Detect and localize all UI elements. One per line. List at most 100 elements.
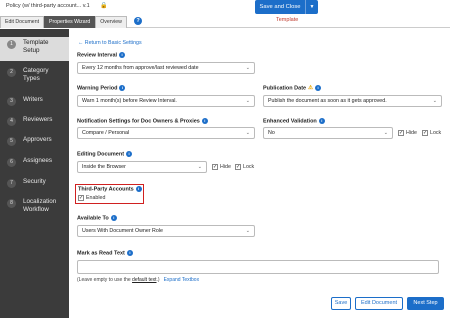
sidebar-item-writers[interactable]: 3 Writers xyxy=(0,96,69,106)
checkbox-checked-icon: ✓ xyxy=(398,130,404,136)
sidebar-item-assignees[interactable]: 6 Assignees xyxy=(0,157,69,167)
sidebar-item-label: Security xyxy=(23,178,46,185)
checkbox-checked-icon: ✓ xyxy=(78,195,84,201)
hint-text: (Leave empty to use the xyxy=(77,277,133,283)
editing-document-label: Editing Document i xyxy=(77,151,133,158)
checkbox-checked-icon: ✓ xyxy=(235,164,241,170)
chevron-down-icon: ⌄ xyxy=(245,228,250,234)
editing-document-label-text: Editing Document xyxy=(77,151,125,158)
editing-document-hide-checkbox[interactable]: ✓ Hide xyxy=(212,164,231,170)
expand-textbox-link[interactable]: Expand Textbox xyxy=(164,277,200,283)
enhanced-validation-hide-checkbox[interactable]: ✓ Hide xyxy=(398,130,417,136)
arrow-left-icon: ← xyxy=(78,40,84,46)
warning-period-label-text: Warning Period xyxy=(77,85,118,92)
sidebar-item-label: Approvers xyxy=(23,136,52,143)
save-button[interactable]: Save xyxy=(331,297,351,310)
info-icon[interactable]: i xyxy=(126,151,133,157)
hide-label: Hide xyxy=(220,164,231,170)
sidebar-item-label: Localization Workflow xyxy=(23,198,57,213)
info-icon[interactable]: i xyxy=(110,215,117,221)
chevron-down-icon: ⌄ xyxy=(197,164,202,170)
notification-settings-label: Notification Settings for Doc Owners & P… xyxy=(77,118,208,124)
default-text-link[interactable]: default text xyxy=(132,277,156,283)
save-and-close-label: Save and Close xyxy=(259,4,301,10)
editing-document-lock-checkbox[interactable]: ✓ Lock xyxy=(235,164,254,170)
checkbox-checked-icon: ✓ xyxy=(212,164,218,170)
chevron-down-icon: ⌄ xyxy=(245,98,250,104)
available-to-label-text: Available To xyxy=(77,215,109,222)
warning-period-select[interactable]: Warn 1 month(s) before Review Interval. … xyxy=(77,95,255,107)
third-party-enabled-checkbox[interactable]: ✓ Enabled xyxy=(78,195,105,201)
template-label: Template xyxy=(276,17,299,23)
chevron-down-icon: ⌄ xyxy=(245,65,250,71)
next-step-button[interactable]: Next Step xyxy=(407,297,444,310)
available-to-select[interactable]: Users With Document Owner Role ⌄ xyxy=(77,225,255,237)
mark-as-read-hint: (Leave empty to use the default text.) Ex… xyxy=(77,277,199,283)
enabled-label: Enabled xyxy=(86,195,106,201)
lock-label: Lock xyxy=(430,130,442,136)
third-party-accounts-label-text: Third-Party Accounts xyxy=(78,186,134,193)
publication-date-label: Publication Date ⚠ i xyxy=(263,85,322,92)
publication-date-label-text: Publication Date xyxy=(263,85,307,92)
enhanced-validation-lock-checkbox[interactable]: ✓ Lock xyxy=(422,130,441,136)
sidebar-item-template-setup[interactable]: 1 Template Setup xyxy=(0,37,69,61)
enhanced-validation-label: Enhanced Validation i xyxy=(263,118,325,124)
step-number: 5 xyxy=(7,137,16,146)
editing-document-select[interactable]: Inside the Browser ⌄ xyxy=(77,161,207,173)
checkbox-checked-icon: ✓ xyxy=(422,130,428,136)
sidebar-item-approvers[interactable]: 5 Approvers xyxy=(0,136,69,146)
review-interval-label-text: Review Interval xyxy=(77,52,118,59)
info-icon[interactable]: i xyxy=(318,118,325,124)
save-and-close-button[interactable]: Save and Close ▼ xyxy=(255,0,318,14)
sidebar-item-label: Writers xyxy=(23,96,43,103)
sidebar-item-localization-workflow[interactable]: 8 Localization Workflow xyxy=(0,198,69,213)
third-party-accounts-label: Third-Party Accounts i xyxy=(78,186,142,192)
info-icon[interactable]: i xyxy=(126,250,133,256)
step-number: 4 xyxy=(7,117,16,126)
sidebar-item-label: Reviewers xyxy=(23,116,53,123)
notification-settings-select[interactable]: Compare / Personal ⌄ xyxy=(77,127,255,139)
step-number: 1 xyxy=(7,40,16,49)
sidebar-item-security[interactable]: 7 Security xyxy=(0,178,69,188)
lock-label: Lock xyxy=(243,164,255,170)
enhanced-validation-select[interactable]: No ⌄ xyxy=(263,127,393,139)
sidebar-item-category-types[interactable]: 2 Category Types xyxy=(0,67,69,82)
document-title: Policy (w/ third-party account... v.1 xyxy=(6,3,90,9)
info-icon[interactable]: i xyxy=(119,52,126,58)
enhanced-validation-value: No xyxy=(268,130,275,136)
hint-text-end: .) xyxy=(156,277,160,283)
tab-overview[interactable]: Overview xyxy=(95,16,127,28)
sidebar-item-label: Assignees xyxy=(23,157,53,164)
info-icon[interactable]: i xyxy=(119,85,126,91)
sidebar-item-reviewers[interactable]: 4 Reviewers xyxy=(0,116,69,126)
sidebar-item-label: Category Types xyxy=(23,67,49,82)
warning-period-value: Warn 1 month(s) before Review Interval. xyxy=(82,98,177,104)
back-to-basic-settings-link[interactable]: ← Return to Basic Settings xyxy=(78,40,142,46)
chevron-down-icon[interactable]: ▼ xyxy=(305,0,318,14)
step-number: 6 xyxy=(7,158,16,167)
warning-period-label: Warning Period i xyxy=(77,85,126,92)
back-link-label: Return to Basic Settings xyxy=(84,40,142,46)
notification-settings-label-text: Notification Settings for Doc Owners & P… xyxy=(77,118,200,125)
edit-document-button[interactable]: Edit Document xyxy=(355,297,403,310)
chevron-down-icon: ⌄ xyxy=(245,130,250,136)
hide-label: Hide xyxy=(406,130,417,136)
info-icon[interactable]: i xyxy=(135,186,142,192)
step-number: 8 xyxy=(7,199,16,208)
review-interval-value: Every 12 months from approve/last review… xyxy=(82,65,199,71)
review-interval-label: Review Interval i xyxy=(77,52,126,59)
step-number: 2 xyxy=(7,68,16,77)
editing-document-value: Inside the Browser xyxy=(82,164,126,170)
publication-date-select[interactable]: Publish the document as soon as it gets … xyxy=(263,95,442,107)
tab-properties-wizard[interactable]: Properties Wizard xyxy=(44,16,96,28)
enhanced-validation-label-text: Enhanced Validation xyxy=(263,118,317,125)
tab-edit-document[interactable]: Edit Document xyxy=(0,16,45,28)
mark-as-read-input[interactable] xyxy=(77,260,439,274)
mark-as-read-label-text: Mark as Read Text xyxy=(77,250,125,257)
help-icon[interactable]: ? xyxy=(134,17,142,25)
info-icon[interactable]: i xyxy=(201,118,208,124)
info-icon[interactable]: i xyxy=(315,85,322,91)
top-bar: Policy (w/ third-party account... v.1 🔒 … xyxy=(0,0,450,28)
chevron-down-icon: ⌄ xyxy=(432,98,437,104)
review-interval-select[interactable]: Every 12 months from approve/last review… xyxy=(77,62,255,74)
